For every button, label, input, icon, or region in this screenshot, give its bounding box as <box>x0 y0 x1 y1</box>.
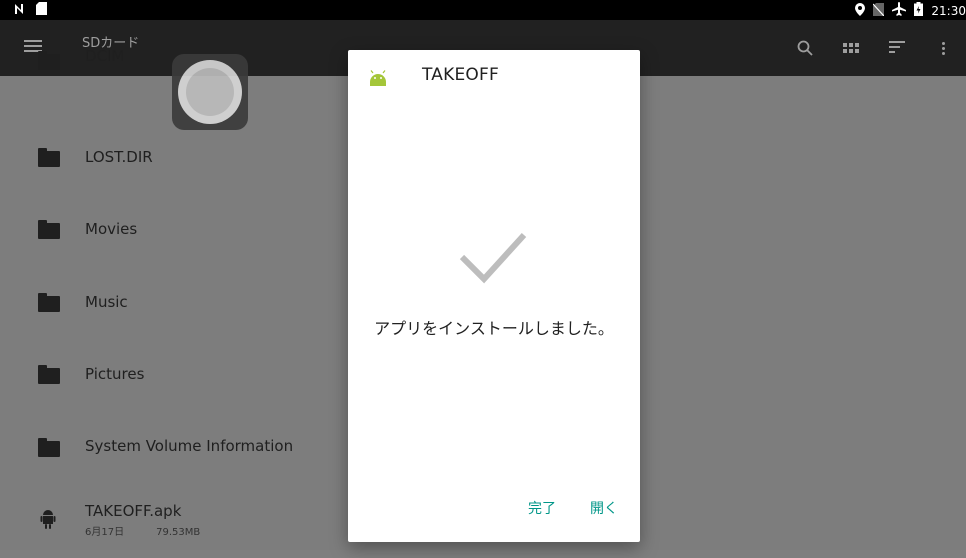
status-right-icons: 21:30 <box>855 2 966 20</box>
folder-icon <box>38 293 60 312</box>
dialog-title: TAKEOFF <box>422 65 499 85</box>
location-icon <box>855 2 866 20</box>
battery-icon <box>914 2 924 20</box>
dialog-message: アプリをインストールしました。 <box>374 319 614 338</box>
file-name: System Volume Information <box>85 437 294 455</box>
folder-icon <box>38 365 60 384</box>
notification-n-icon <box>14 3 28 19</box>
sd-card-icon <box>36 2 47 19</box>
file-name: TAKEOFF.apk <box>85 502 182 520</box>
check-icon <box>458 225 528 285</box>
status-time: 21:30 <box>931 4 966 18</box>
android-app-icon <box>368 70 388 90</box>
folder-icon <box>38 51 60 70</box>
status-left-icons <box>14 2 47 19</box>
file-date: 6月17日 <box>85 527 125 538</box>
file-name: Pictures <box>85 365 145 383</box>
android-icon <box>40 510 56 529</box>
file-meta: 6月17日 79.53MB <box>85 523 200 538</box>
install-dialog: TAKEOFF アプリをインストールしました。 完了 開く <box>348 50 640 542</box>
file-size: 79.53MB <box>156 527 201 538</box>
folder-icon <box>38 438 60 457</box>
no-sim-icon <box>872 2 885 20</box>
file-name: LOST.DIR <box>85 148 153 166</box>
assistive-touch-button[interactable] <box>172 54 248 130</box>
dialog-buttons: 完了 開く <box>528 498 618 518</box>
status-bar: 21:30 <box>0 0 966 20</box>
folder-icon <box>38 220 60 239</box>
open-button[interactable]: 開く <box>590 498 618 518</box>
file-name: DCIM <box>85 47 125 65</box>
file-name: Movies <box>85 220 138 238</box>
done-button[interactable]: 完了 <box>528 498 556 518</box>
file-name: Music <box>85 293 128 311</box>
folder-icon <box>38 148 60 167</box>
airplane-icon <box>892 2 907 20</box>
